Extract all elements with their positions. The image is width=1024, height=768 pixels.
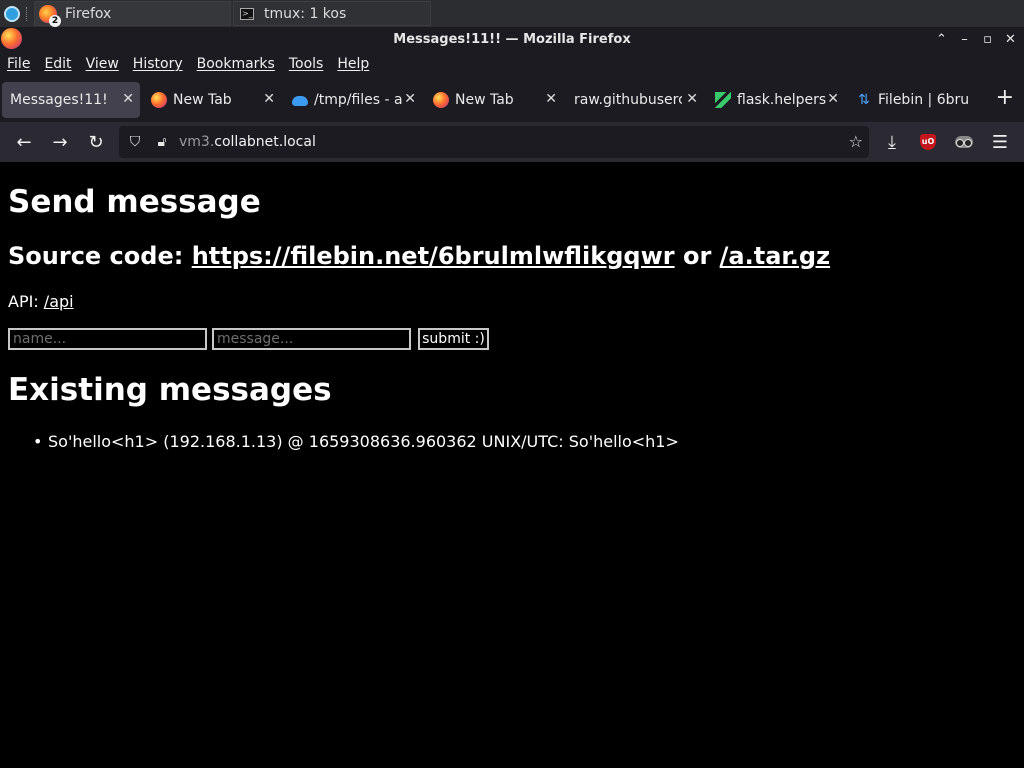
menu-tools[interactable]: Tools [289, 56, 324, 72]
tab-close-icon[interactable]: ✕ [686, 91, 698, 107]
menu-bookmarks[interactable]: Bookmarks [197, 56, 275, 72]
tab-messages[interactable]: Messages!11!! ✕ [2, 81, 140, 118]
tab-flask-helpers[interactable]: flask.helpers ✕ [707, 82, 845, 118]
tab-strip: Messages!11!! ✕ New Tab ✕ /tmp/files - a… [0, 77, 1024, 122]
window-count-badge: 2 [49, 14, 61, 27]
terminal-icon: >_ [240, 7, 254, 20]
tab-new-tab[interactable]: New Tab ✕ [143, 82, 281, 118]
downloads-button[interactable]: ⤓ [874, 126, 910, 158]
submit-button[interactable]: submit :) [418, 328, 489, 350]
reload-button[interactable]: ↻ [78, 126, 114, 158]
tab-close-icon[interactable]: ✕ [404, 91, 416, 107]
tab-raw-github[interactable]: raw.githubuserc ✕ [566, 82, 704, 118]
keep-above-button[interactable]: ⌃ [930, 32, 953, 47]
message-input[interactable] [212, 328, 411, 350]
source-code-label: Source code: [8, 242, 192, 270]
tarball-link[interactable]: /a.tar.gz [720, 242, 830, 270]
flask-favicon-icon [715, 91, 731, 108]
insecure-lock-icon[interactable]: 🔓︎ [151, 134, 173, 150]
forward-button[interactable]: → [42, 126, 78, 158]
back-button[interactable]: ← [6, 126, 42, 158]
tab-close-icon[interactable]: ✕ [122, 91, 134, 107]
new-tab-plus-icon[interactable]: + [996, 85, 1014, 110]
url-bar[interactable]: ⛉ 🔓︎ vm3.collabnet.local ☆ [119, 126, 869, 158]
tab-label: flask.helpers [737, 91, 827, 108]
message-list: So'hello<h1> (192.168.1.13) @ 1659308636… [33, 432, 679, 451]
message-form: submit :) [8, 328, 489, 350]
firefox-icon: 2 [39, 4, 61, 27]
firefox-favicon-icon [433, 91, 449, 108]
existing-messages-heading: Existing messages [8, 372, 332, 408]
tab-label: /tmp/files - a [314, 91, 403, 108]
tab-close-icon[interactable]: ✕ [827, 91, 839, 107]
tab-label: New Tab [173, 91, 232, 108]
api-link[interactable]: /api [44, 292, 74, 311]
tab-label: New Tab [455, 91, 514, 108]
menu-history[interactable]: History [133, 56, 183, 72]
api-line: API: /api [8, 292, 74, 311]
launcher-icon [4, 5, 20, 22]
extension-button[interactable] [946, 126, 982, 158]
maximize-button[interactable]: ▫ [976, 32, 999, 47]
name-input[interactable] [8, 328, 207, 350]
ublock-extension-button[interactable]: uO [910, 126, 946, 158]
tab-filebin[interactable]: ⇅ Filebin | 6bru [848, 82, 978, 118]
cloud-favicon-icon [292, 95, 308, 106]
filebin-link[interactable]: https://filebin.net/6brulmlwflikgqwr [192, 242, 675, 270]
firefox-logo-icon [1, 28, 22, 49]
firefox-favicon-icon [151, 91, 167, 108]
window-titlebar: Messages!11!! — Mozilla Firefox ⌃ – ▫ ✕ [0, 27, 1024, 51]
app-menu-button[interactable]: ☰ [982, 126, 1018, 158]
taskbar-task-firefox[interactable]: 2 Firefox [34, 1, 231, 27]
app-launcher-button[interactable] [0, 0, 24, 27]
page-heading: Send message [8, 184, 261, 220]
filebin-favicon-icon: ⇅ [858, 91, 870, 108]
navigation-toolbar: ← → ↻ ⛉ 🔓︎ vm3.collabnet.local ☆ ⤓ uO ☰ [0, 122, 1024, 162]
menu-view[interactable]: View [86, 56, 119, 72]
menu-bar: File Edit View History Bookmarks Tools H… [0, 51, 1024, 77]
taskbar-task-tmux[interactable]: >_ tmux: 1 kos [233, 1, 431, 26]
source-code-heading: Source code: https://filebin.net/6brulml… [8, 242, 830, 270]
or-text: or [674, 242, 720, 270]
ublock-icon: uO [920, 134, 936, 150]
tracking-shield-icon[interactable]: ⛉ [124, 134, 146, 150]
page-content: Send message Source code: https://filebi… [0, 162, 1024, 768]
menu-edit[interactable]: Edit [44, 56, 71, 72]
taskbar-task-label: Firefox [65, 5, 112, 22]
taskbar-task-label: tmux: 1 kos [264, 5, 347, 22]
menu-file[interactable]: File [7, 56, 30, 72]
api-label: API: [8, 292, 44, 311]
taskbar: 2 Firefox >_ tmux: 1 kos [0, 0, 1024, 27]
menu-help[interactable]: Help [337, 56, 369, 72]
close-window-button[interactable]: ✕ [999, 32, 1022, 47]
tab-tmp-files[interactable]: /tmp/files - a ✕ [284, 82, 422, 118]
taskbar-separator [26, 6, 30, 21]
tab-label: Messages!11!! [10, 91, 106, 108]
tab-close-icon[interactable]: ✕ [263, 91, 275, 107]
tab-label: Filebin | 6bru [878, 91, 970, 108]
tab-close-icon[interactable]: ✕ [545, 91, 557, 107]
window-title: Messages!11!! — Mozilla Firefox [393, 31, 631, 47]
list-item: So'hello<h1> (192.168.1.13) @ 1659308636… [33, 432, 679, 451]
tab-label: raw.githubuserc [574, 91, 682, 108]
url-text[interactable]: vm3.collabnet.local [179, 134, 316, 150]
bookmark-star-icon[interactable]: ☆ [849, 132, 863, 151]
minimize-button[interactable]: – [953, 32, 976, 47]
spy-glasses-icon [955, 136, 973, 148]
tab-new-tab-2[interactable]: New Tab ✕ [425, 82, 563, 118]
